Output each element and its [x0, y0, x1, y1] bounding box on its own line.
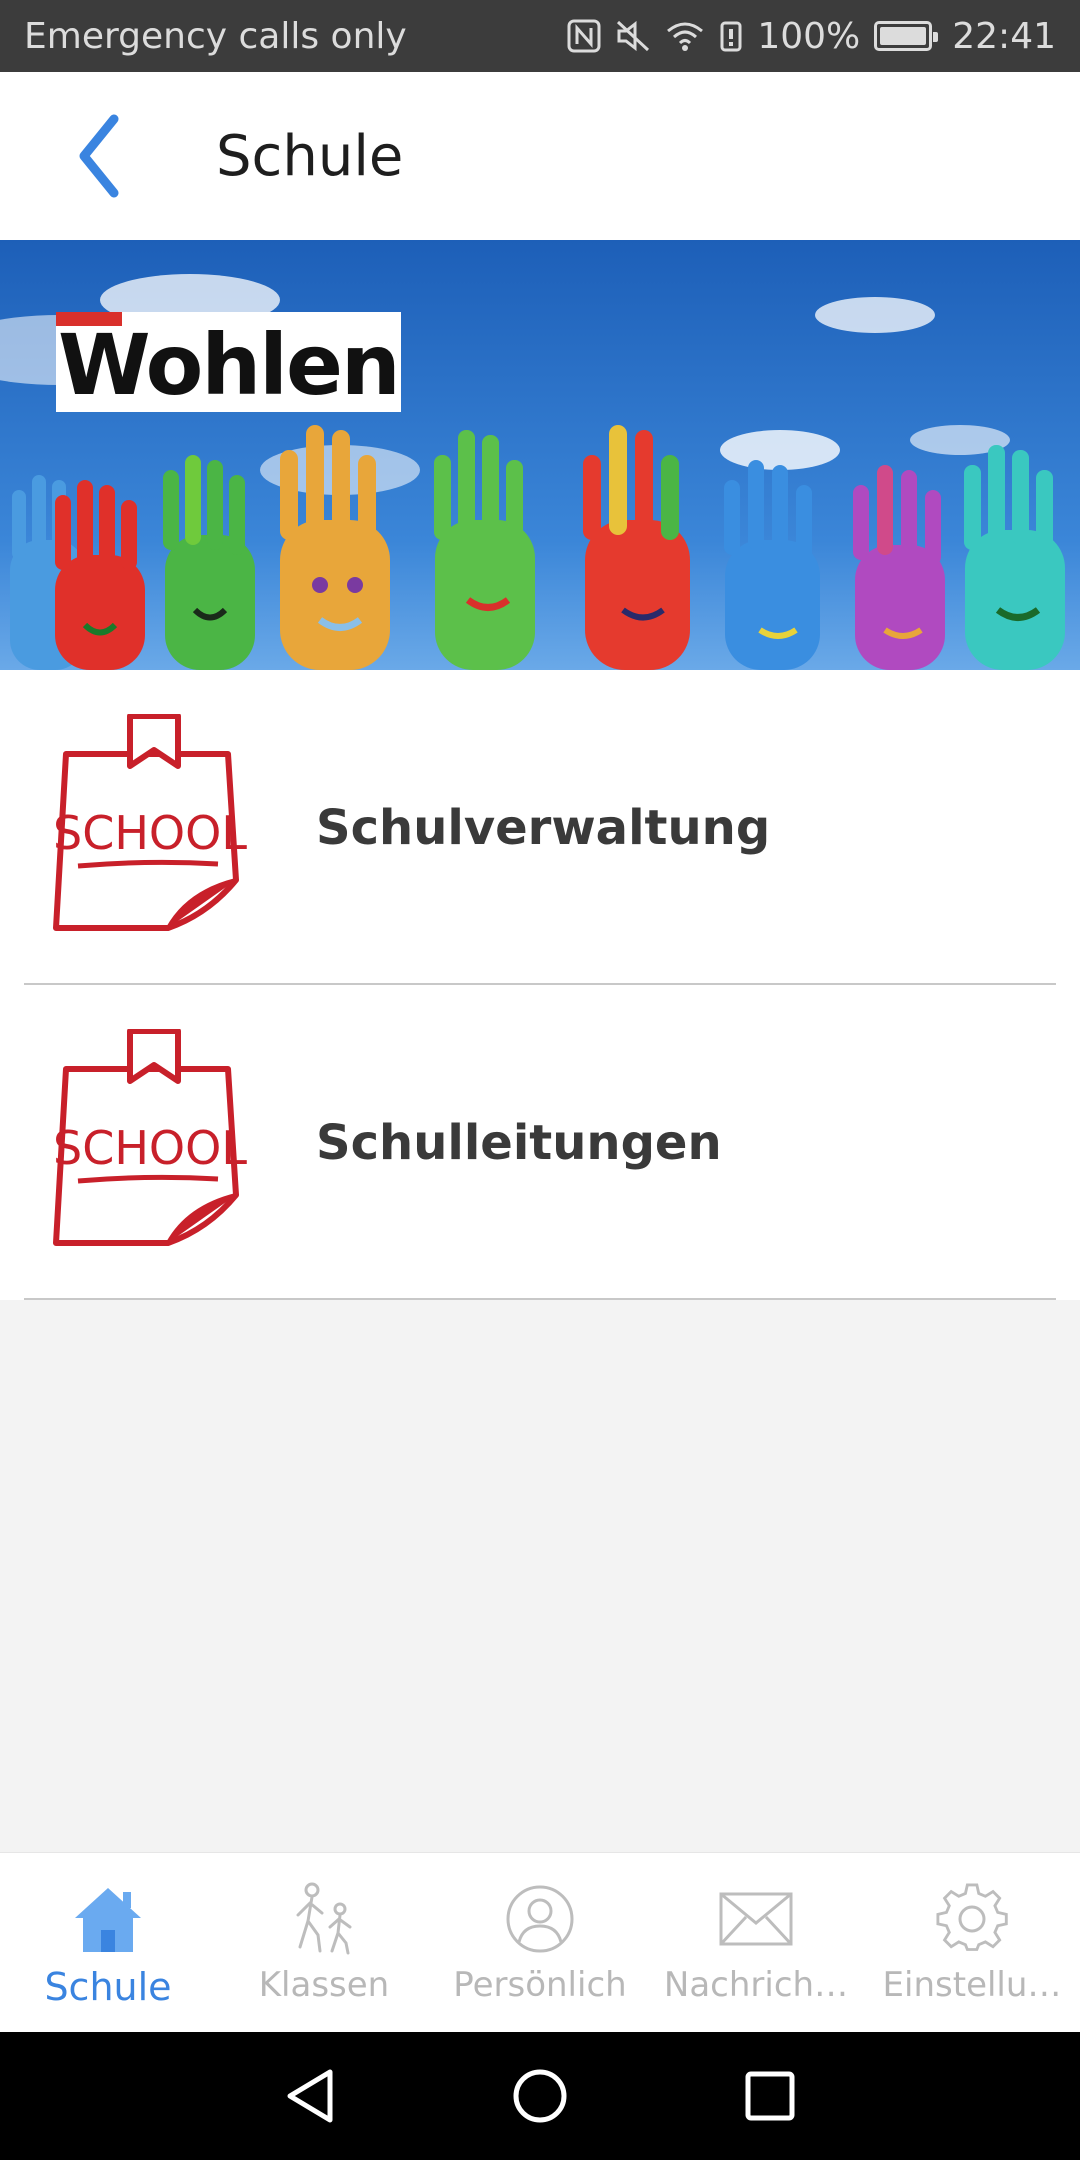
tab-label: Nachrich…: [663, 1965, 849, 2005]
logo-text: Wohlen: [58, 316, 401, 414]
hands-sky-illustration: [0, 240, 1080, 670]
carrier-text: Emergency calls only: [24, 15, 407, 57]
nav-home-button[interactable]: [500, 2056, 580, 2136]
nfc-icon: [567, 19, 601, 53]
tab-einstellungen[interactable]: Einstellu…: [864, 1853, 1080, 2032]
home-icon: [68, 1879, 148, 1959]
tab-schule[interactable]: Schule: [0, 1853, 216, 2032]
circle-home-icon: [513, 2069, 567, 2123]
walking-people-icon: [284, 1879, 364, 1959]
chevron-left-icon: [79, 114, 119, 198]
school-menu-list: SCHOOL Schulverwaltung SCHOOL Schulleitu…: [0, 670, 1080, 1300]
list-item-schulverwaltung[interactable]: SCHOOL Schulverwaltung: [0, 670, 1080, 985]
bottom-tab-bar: Schule Klassen Persönlich Nachrich… Eins…: [0, 1852, 1080, 2032]
envelope-icon: [716, 1879, 796, 1959]
tab-label: Einstellu…: [882, 1965, 1062, 2005]
status-icons: 100% 22:41: [567, 16, 1056, 57]
list-item-label: Schulleitungen: [316, 1114, 722, 1171]
battery-saver-icon: [719, 19, 743, 53]
wifi-icon: [665, 19, 705, 53]
mute-icon: [615, 19, 651, 53]
tab-label: Schule: [44, 1965, 172, 2009]
school-note-icon: SCHOOL: [53, 714, 247, 931]
square-recents-icon: [745, 2071, 795, 2121]
clock: 22:41: [952, 15, 1056, 57]
divider: [24, 1298, 1056, 1300]
banner-image: Wohlen: [0, 240, 1080, 670]
school-text: SCHOOL: [53, 1121, 247, 1175]
status-bar: Emergency calls only 100% 22:41: [0, 0, 1080, 72]
tab-klassen[interactable]: Klassen: [216, 1853, 432, 2032]
person-icon: [500, 1879, 580, 1959]
list-item-label: Schulverwaltung: [316, 799, 771, 856]
tab-label: Persönlich: [453, 1965, 627, 2005]
system-nav-bar: [0, 2032, 1080, 2160]
battery-icon: [874, 21, 939, 51]
wohlen-logo: Wohlen: [56, 312, 401, 412]
back-button[interactable]: [40, 96, 160, 216]
tab-persoenlich[interactable]: Persönlich: [432, 1853, 648, 2032]
nav-recents-button[interactable]: [730, 2056, 810, 2136]
tab-nachrichten[interactable]: Nachrich…: [648, 1853, 864, 2032]
school-note-icon: SCHOOL: [53, 1029, 247, 1246]
nav-back-button[interactable]: [270, 2056, 350, 2136]
app-header: Schule: [0, 72, 1080, 240]
triangle-back-icon: [287, 2069, 333, 2123]
gear-icon: [932, 1879, 1012, 1959]
list-item-schulleitungen[interactable]: SCHOOL Schulleitungen: [0, 985, 1080, 1300]
battery-percent: 100%: [757, 15, 861, 57]
page-title: Schule: [216, 123, 404, 189]
school-text: SCHOOL: [53, 806, 247, 860]
tab-label: Klassen: [258, 1965, 390, 2005]
